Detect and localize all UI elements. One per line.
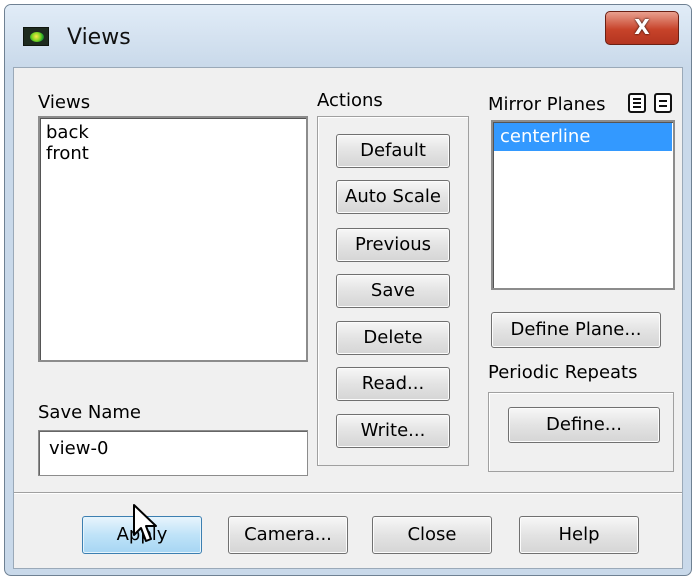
write-button[interactable]: Write...	[336, 414, 450, 448]
views-dialog: Views X Views back front Save Name view-…	[4, 4, 692, 576]
periodic-repeats-group: Define...	[488, 392, 674, 472]
save-name-input[interactable]: view-0	[38, 430, 308, 476]
delete-button[interactable]: Delete	[336, 321, 450, 355]
views-label: Views	[38, 92, 91, 113]
app-logo-icon	[23, 27, 49, 46]
views-list-item[interactable]: front	[40, 143, 306, 164]
actions-group: Default Auto Scale Previous Save Delete …	[317, 116, 469, 466]
views-list-item[interactable]: back	[40, 118, 306, 143]
mirror-planes-label: Mirror Planes	[488, 94, 606, 115]
read-button[interactable]: Read...	[336, 367, 450, 401]
dialog-body: Views back front Save Name view-0 Action…	[13, 67, 683, 569]
title-bar[interactable]: Views X	[5, 5, 691, 67]
mirror-planes-listbox[interactable]: centerline	[491, 120, 675, 290]
default-button[interactable]: Default	[336, 134, 450, 168]
deselect-all-icon[interactable]	[654, 93, 672, 113]
help-button[interactable]: Help	[519, 516, 639, 554]
auto-scale-button[interactable]: Auto Scale	[336, 180, 450, 214]
define-plane-button[interactable]: Define Plane...	[491, 312, 661, 348]
select-all-icon[interactable]	[628, 93, 646, 113]
window-title: Views	[67, 25, 131, 50]
save-name-label: Save Name	[38, 402, 142, 423]
mirror-plane-item[interactable]: centerline	[494, 123, 672, 151]
footer-separator	[14, 492, 682, 494]
periodic-define-button[interactable]: Define...	[508, 407, 660, 443]
window-close-button[interactable]: X	[605, 11, 679, 45]
mouse-pointer-icon	[133, 504, 157, 542]
periodic-repeats-label: Periodic Repeats	[488, 362, 638, 383]
views-listbox[interactable]: back front	[38, 116, 308, 362]
actions-label: Actions	[317, 90, 383, 111]
save-button[interactable]: Save	[336, 274, 450, 308]
close-button[interactable]: Close	[372, 516, 492, 554]
previous-button[interactable]: Previous	[336, 228, 450, 262]
camera-button[interactable]: Camera...	[228, 516, 348, 554]
